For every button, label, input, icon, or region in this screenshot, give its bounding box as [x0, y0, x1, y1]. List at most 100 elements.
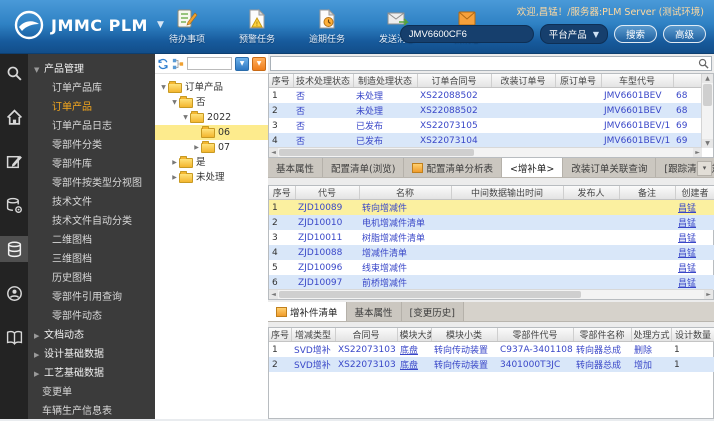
cell[interactable]: SVD增补 [291, 357, 335, 372]
column-header[interactable]: 代号 [295, 186, 360, 200]
cell[interactable]: 转向器总成 [573, 357, 631, 372]
cell[interactable]: XS22073103 [335, 342, 397, 358]
menu-item-订单产品日志[interactable]: 订单产品日志 [28, 117, 155, 136]
global-search-input[interactable] [399, 25, 534, 43]
warning-tasks-button[interactable]: ! 预警任务 [230, 8, 284, 45]
tree-search-button[interactable]: ▼ [235, 56, 249, 71]
column-header[interactable]: 发布人 [563, 186, 620, 200]
cell[interactable]: 底盘 [397, 342, 431, 358]
scroll-right-arrow-icon[interactable]: ► [693, 148, 702, 157]
menu-item-订单产品库[interactable]: 订单产品库 [28, 79, 155, 98]
home-icon[interactable] [0, 104, 28, 130]
cell[interactable]: JMV6601BEV/1 [601, 118, 673, 133]
table-quick-search-input[interactable] [270, 56, 712, 71]
cell[interactable]: 前桥增减件 [359, 275, 451, 290]
table-row[interactable]: 4 否已发布 XS22073104 JMV6601BEV/1 69 [269, 133, 703, 148]
cell[interactable]: 已发布 [353, 133, 417, 148]
column-header[interactable]: 模块大类 [397, 328, 432, 342]
scrollbar-thumb[interactable] [279, 291, 581, 298]
expander-closed-icon[interactable]: ▶ [192, 140, 201, 155]
menu-item-零部件分类[interactable]: 零部件分类 [28, 136, 155, 155]
column-header[interactable]: 原订单号 [555, 74, 602, 88]
column-header[interactable]: 技术处理状态 [293, 74, 354, 88]
cell[interactable]: XS22073104 [417, 133, 491, 148]
triangle-down-icon[interactable]: ▼ [34, 61, 44, 79]
cell[interactable]: 68 [673, 103, 703, 118]
cell[interactable]: ZJD10010 [295, 215, 359, 230]
menu-item-车辆生产信息表[interactable]: 车辆生产信息表 [28, 402, 155, 421]
tree-node-2022[interactable]: ▼ 2022 [155, 110, 268, 125]
cell[interactable]: ZJD10089 [295, 200, 359, 216]
menu-item-三维图档[interactable]: 三维图档 [28, 250, 155, 269]
column-header[interactable] [673, 74, 704, 88]
library-book-icon[interactable] [0, 324, 28, 350]
cell[interactable]: 转向传动装置 [431, 342, 497, 358]
column-header[interactable]: 序号 [269, 74, 294, 88]
search-button[interactable]: 搜索 [613, 25, 657, 43]
database-settings-icon[interactable] [0, 192, 28, 218]
cell[interactable]: 昌锰 [675, 275, 714, 290]
cell[interactable]: 增减件清单 [359, 245, 451, 260]
triangle-right-icon[interactable]: ▶ [34, 365, 44, 383]
column-header[interactable]: 模块小类 [431, 328, 498, 342]
column-header[interactable]: 创建者 [675, 186, 714, 200]
table-row[interactable]: 5 ZJD10096 线束增减件 昌锰 [269, 260, 714, 275]
tree-node-07[interactable]: ▶ 07 [155, 140, 268, 155]
menu-item-零部件按类型分视图[interactable]: 零部件按类型分视图 [28, 174, 155, 193]
table-row[interactable]: 2 否未处理 XS22088502 JMV6601BEV 68 [269, 103, 703, 118]
tab-配置清单(浏览)[interactable]: 配置清单(浏览) [323, 158, 405, 177]
column-header[interactable]: 序号 [269, 186, 296, 200]
cell[interactable]: 已发布 [353, 118, 417, 133]
column-header[interactable]: 中间数据输出时间 [451, 186, 564, 200]
triangle-right-icon[interactable]: ▶ [34, 327, 44, 345]
cell[interactable]: 线束增减件 [359, 260, 451, 275]
tree-filter-input[interactable] [187, 57, 232, 70]
cell[interactable]: 树脂增减件清单 [359, 230, 451, 245]
menu-group-文档动态[interactable]: ▶ 文档动态 [28, 326, 155, 345]
table-row[interactable]: 3 否已发布 XS22073105 JMV6601BEV/1 69 [269, 118, 703, 133]
expander-open-icon[interactable]: ▼ [159, 80, 168, 95]
cell[interactable]: 未处理 [353, 88, 417, 104]
column-header[interactable]: 备注 [619, 186, 676, 200]
tree-locate-button[interactable]: ▼ [252, 56, 266, 71]
cell[interactable]: XS22088502 [417, 88, 491, 104]
scrollbar-thumb[interactable] [703, 84, 712, 106]
cell[interactable]: 删除 [631, 342, 671, 358]
todo-items-button[interactable]: 待办事项 [160, 8, 214, 45]
column-header[interactable]: 名称 [359, 186, 452, 200]
column-header[interactable]: 零部件名称 [573, 328, 632, 342]
scroll-left-arrow-icon[interactable]: ◄ [269, 148, 278, 157]
cell[interactable]: 否 [293, 133, 353, 148]
cell[interactable]: SVD增补 [291, 342, 335, 358]
column-header[interactable]: 制造处理状态 [353, 74, 418, 88]
tree-node-06[interactable]: 06 [155, 125, 268, 140]
scroll-left-arrow-icon[interactable]: ◄ [269, 290, 278, 299]
support-agent-icon[interactable] [0, 280, 28, 306]
expander-open-icon[interactable]: ▼ [170, 95, 179, 110]
search-icon[interactable] [698, 58, 709, 69]
cell[interactable]: XS22088502 [417, 103, 491, 118]
cell[interactable]: 未处理 [353, 103, 417, 118]
scroll-down-arrow-icon[interactable]: ▼ [702, 139, 713, 148]
cell[interactable]: 昌锰 [675, 230, 714, 245]
tree-node-订单产品[interactable]: ▼ 订单产品 [155, 80, 268, 95]
menu-item-订单产品[interactable]: 订单产品 [28, 98, 155, 117]
cell[interactable]: C937A-3401108 [497, 342, 573, 358]
table-row[interactable]: 4 ZJD10088 增减件清单 昌锰 [269, 245, 714, 260]
menu-group-产品管理[interactable]: ▼ 产品管理 [28, 60, 155, 79]
table-row[interactable]: 1 否未处理 XS22088502 JMV6601BEV 68 [269, 88, 703, 104]
edit-icon[interactable] [0, 148, 28, 174]
column-header[interactable]: 订单合同号 [417, 74, 492, 88]
column-header[interactable]: 序号 [269, 328, 292, 342]
cell[interactable]: ZJD10011 [295, 230, 359, 245]
refresh-icon[interactable] [157, 58, 169, 70]
expander-open-icon[interactable]: ▼ [181, 110, 190, 125]
tab-基本属性[interactable]: 基本属性 [268, 158, 324, 177]
overdue-tasks-button[interactable]: 逾期任务 [300, 8, 354, 45]
cell[interactable]: 否 [293, 88, 353, 104]
tree-node-未处理[interactable]: ▶ 未处理 [155, 170, 268, 185]
cell[interactable]: 否 [293, 103, 353, 118]
column-header[interactable]: 零部件代号 [497, 328, 574, 342]
cell[interactable]: 昌锰 [675, 215, 714, 230]
expander-closed-icon[interactable]: ▶ [170, 155, 179, 170]
